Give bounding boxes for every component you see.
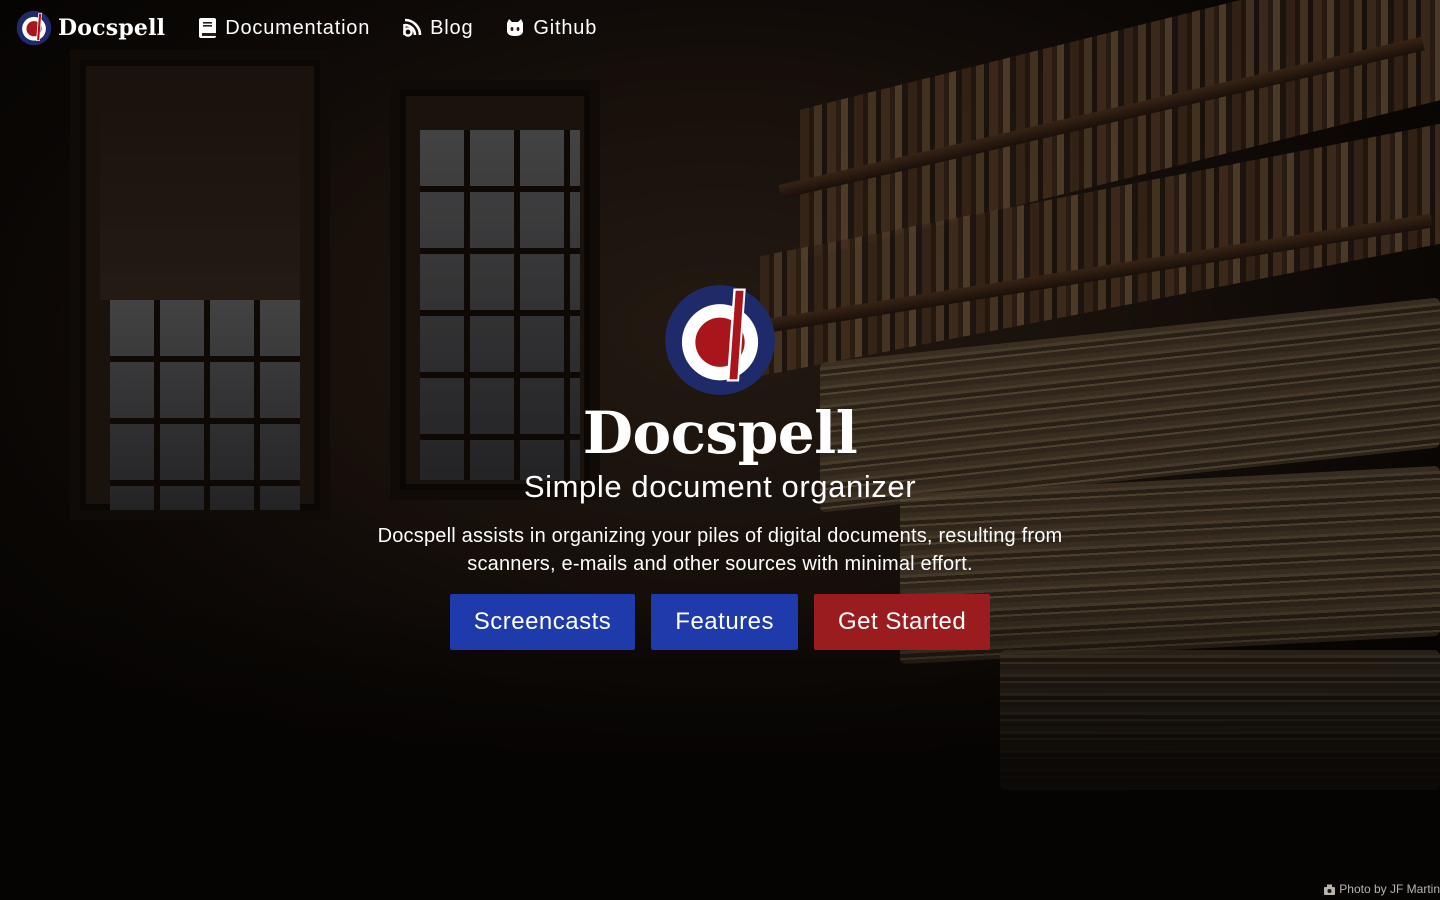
- book-icon: [197, 18, 217, 38]
- docspell-logo-icon: [664, 284, 776, 396]
- nav-github[interactable]: Github: [505, 17, 597, 40]
- nav-documentation-label: Documentation: [225, 16, 371, 39]
- nav-documentation[interactable]: Documentation: [197, 17, 370, 40]
- nav-blog[interactable]: Blog: [402, 17, 473, 40]
- hero-buttons: Screencasts Features Get Started: [449, 594, 991, 650]
- nav-github-label: Github: [533, 16, 598, 39]
- brand-name: Docspell: [58, 15, 166, 41]
- photo-credit-text: Photo by JF Martin: [1339, 882, 1440, 896]
- nav-blog-label: Blog: [430, 16, 474, 39]
- photo-credit[interactable]: Photo by JF Martin: [1324, 882, 1440, 896]
- hero-description: Docspell assists in organizing your pile…: [377, 525, 1063, 575]
- docspell-logo-icon: [16, 10, 52, 46]
- hero-subtitle: Simple document organizer: [523, 469, 917, 504]
- hero-title: Docspell: [582, 399, 858, 467]
- get-started-button[interactable]: Get Started: [814, 594, 991, 650]
- hero-section: Docspell Simple document organizer Docsp…: [0, 284, 1440, 650]
- features-button[interactable]: Features: [651, 594, 799, 650]
- brand-link[interactable]: Docspell: [16, 10, 165, 46]
- top-navbar: Docspell Documentation Blog Github: [0, 0, 1440, 56]
- camera-icon: [1324, 884, 1336, 895]
- github-icon: [505, 18, 525, 38]
- screencasts-button[interactable]: Screencasts: [449, 594, 636, 650]
- rss-blog-icon: [402, 18, 422, 38]
